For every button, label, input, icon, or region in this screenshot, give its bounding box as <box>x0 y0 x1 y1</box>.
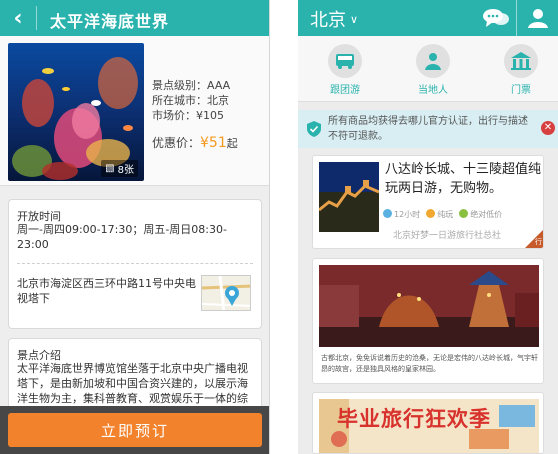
city-name: 北京 <box>310 10 346 31</box>
photo-count-badge: ▧ 8张 <box>101 160 138 177</box>
header-divider <box>36 6 37 30</box>
great-wall-thumbnail <box>319 162 379 232</box>
discount-price-label: 优惠价： <box>152 136 201 150</box>
hours-address-card: 开放时间 周一-周四09:00-17:30；周五-周日08:30-23:00 北… <box>8 199 262 329</box>
bus-icon <box>328 44 362 78</box>
star-icon <box>426 209 436 218</box>
person-icon <box>416 44 450 78</box>
city-selector[interactable]: 北京 ∨ <box>310 6 358 32</box>
product-card[interactable]: 八达岭长城、十三陵超值纯玩两日游，无购物。 12小时 纯玩 绝对低价 北京好梦一… <box>312 155 544 249</box>
agency-name: 北京好梦一日游旅行社总社 <box>393 231 502 241</box>
nav-label: 跟团游 <box>330 85 360 96</box>
category-nav: 跟团游 当地人 门票 <box>298 36 558 102</box>
map-thumbnail[interactable] <box>201 275 251 311</box>
book-now-button[interactable]: 立即预订 <box>8 413 262 447</box>
card-divider <box>17 263 253 264</box>
top-bar: 北京 ∨ <box>298 0 558 36</box>
attraction-detail-screen: ‹ 太平洋海底世界 ▧ 8张 景点级别：AAA 所在城市：北京 市场价：¥105… <box>0 0 270 454</box>
certification-notice: 所有商品均获得去哪儿官方认证，出行与描述不符可退款。 ✕ <box>298 110 558 148</box>
product-title: 八达岭长城、十三陵超值纯玩两日游，无购物。 <box>385 162 542 196</box>
product-tags: 12小时 纯玩 绝对低价 <box>383 209 502 220</box>
tag-low-price: 绝对低价 <box>459 209 502 220</box>
clock-icon <box>383 209 392 218</box>
chevron-down-icon: ∨ <box>350 12 359 26</box>
opening-hours-text: 周一-周四09:00-17:30；周五-周日08:30-23:00 <box>17 223 227 251</box>
header-divider <box>516 0 517 36</box>
promo-title: 毕业旅行狂欢季 <box>337 407 491 431</box>
close-icon[interactable]: ✕ <box>541 121 555 135</box>
ticket-building-icon <box>504 44 538 78</box>
tag-pure-play: 纯玩 <box>426 209 453 220</box>
price-icon <box>459 209 469 218</box>
attraction-city: 所在城市：北京 <box>152 94 229 107</box>
back-arrow-icon[interactable]: ‹ <box>0 0 36 36</box>
corner-badge-text: 行 <box>535 238 542 246</box>
screenshot-stage: ‹ 太平洋海底世界 ▧ 8张 景点级别：AAA 所在城市：北京 市场价：¥105… <box>0 0 558 454</box>
destination-description: 古都北京，免免诉说着历史的沧桑，无论是宏伟的八达岭长城，气宇轩昂的故宫，还是独具… <box>321 354 538 373</box>
shield-icon <box>306 120 322 142</box>
map-pin-icon <box>202 276 250 310</box>
notice-text: 所有商品均获得去哪儿官方认证，出行与描述不符可退款。 <box>328 116 528 142</box>
attraction-photo[interactable]: ▧ 8张 <box>8 43 144 181</box>
chat-icon[interactable] <box>482 7 510 33</box>
discount-price: 优惠价：¥51起 <box>152 134 238 151</box>
nav-item-group-tour[interactable]: 跟团游 <box>310 44 380 96</box>
image-stack-icon: ▧ <box>105 163 115 174</box>
beijing-skyline-image <box>319 265 539 347</box>
tag-duration: 12小时 <box>383 209 420 220</box>
promo-banner-card[interactable]: 毕业旅行狂欢季 <box>312 392 544 454</box>
discount-price-value: ¥51 <box>200 135 227 151</box>
attraction-meta: 景点级别：AAA 所在城市：北京 市场价：¥105 <box>152 78 230 123</box>
home-screen: 北京 ∨ 跟团游 当地人 门票 所有商品均获得去哪儿官方认证，出行与描述不符可退… <box>298 0 558 454</box>
user-icon[interactable] <box>526 7 550 33</box>
destination-card[interactable]: 古都北京，免免诉说着历史的沧桑，无论是宏伟的八达岭长城，气宇轩昂的故宫，还是独具… <box>312 258 544 384</box>
page-title: 太平洋海底世界 <box>50 12 170 31</box>
photo-count: 8张 <box>117 165 134 176</box>
discount-price-suffix: 起 <box>226 137 238 150</box>
nav-label: 门票 <box>511 85 531 96</box>
address-text[interactable]: 北京市海淀区西三环中路11号中央电视塔下 <box>17 276 197 306</box>
nav-item-local[interactable]: 当地人 <box>398 44 468 96</box>
nav-item-tickets[interactable]: 门票 <box>486 44 556 96</box>
attraction-summary: ▧ 8张 景点级别：AAA 所在城市：北京 市场价：¥105 优惠价：¥51起 <box>0 36 269 186</box>
bottom-action-bar: 立即预订 <box>0 406 269 454</box>
market-price: 市场价：¥105 <box>152 109 224 122</box>
top-bar: ‹ 太平洋海底世界 <box>0 0 269 36</box>
attraction-level: 景点级别：AAA <box>152 79 231 92</box>
nav-label: 当地人 <box>418 85 448 96</box>
